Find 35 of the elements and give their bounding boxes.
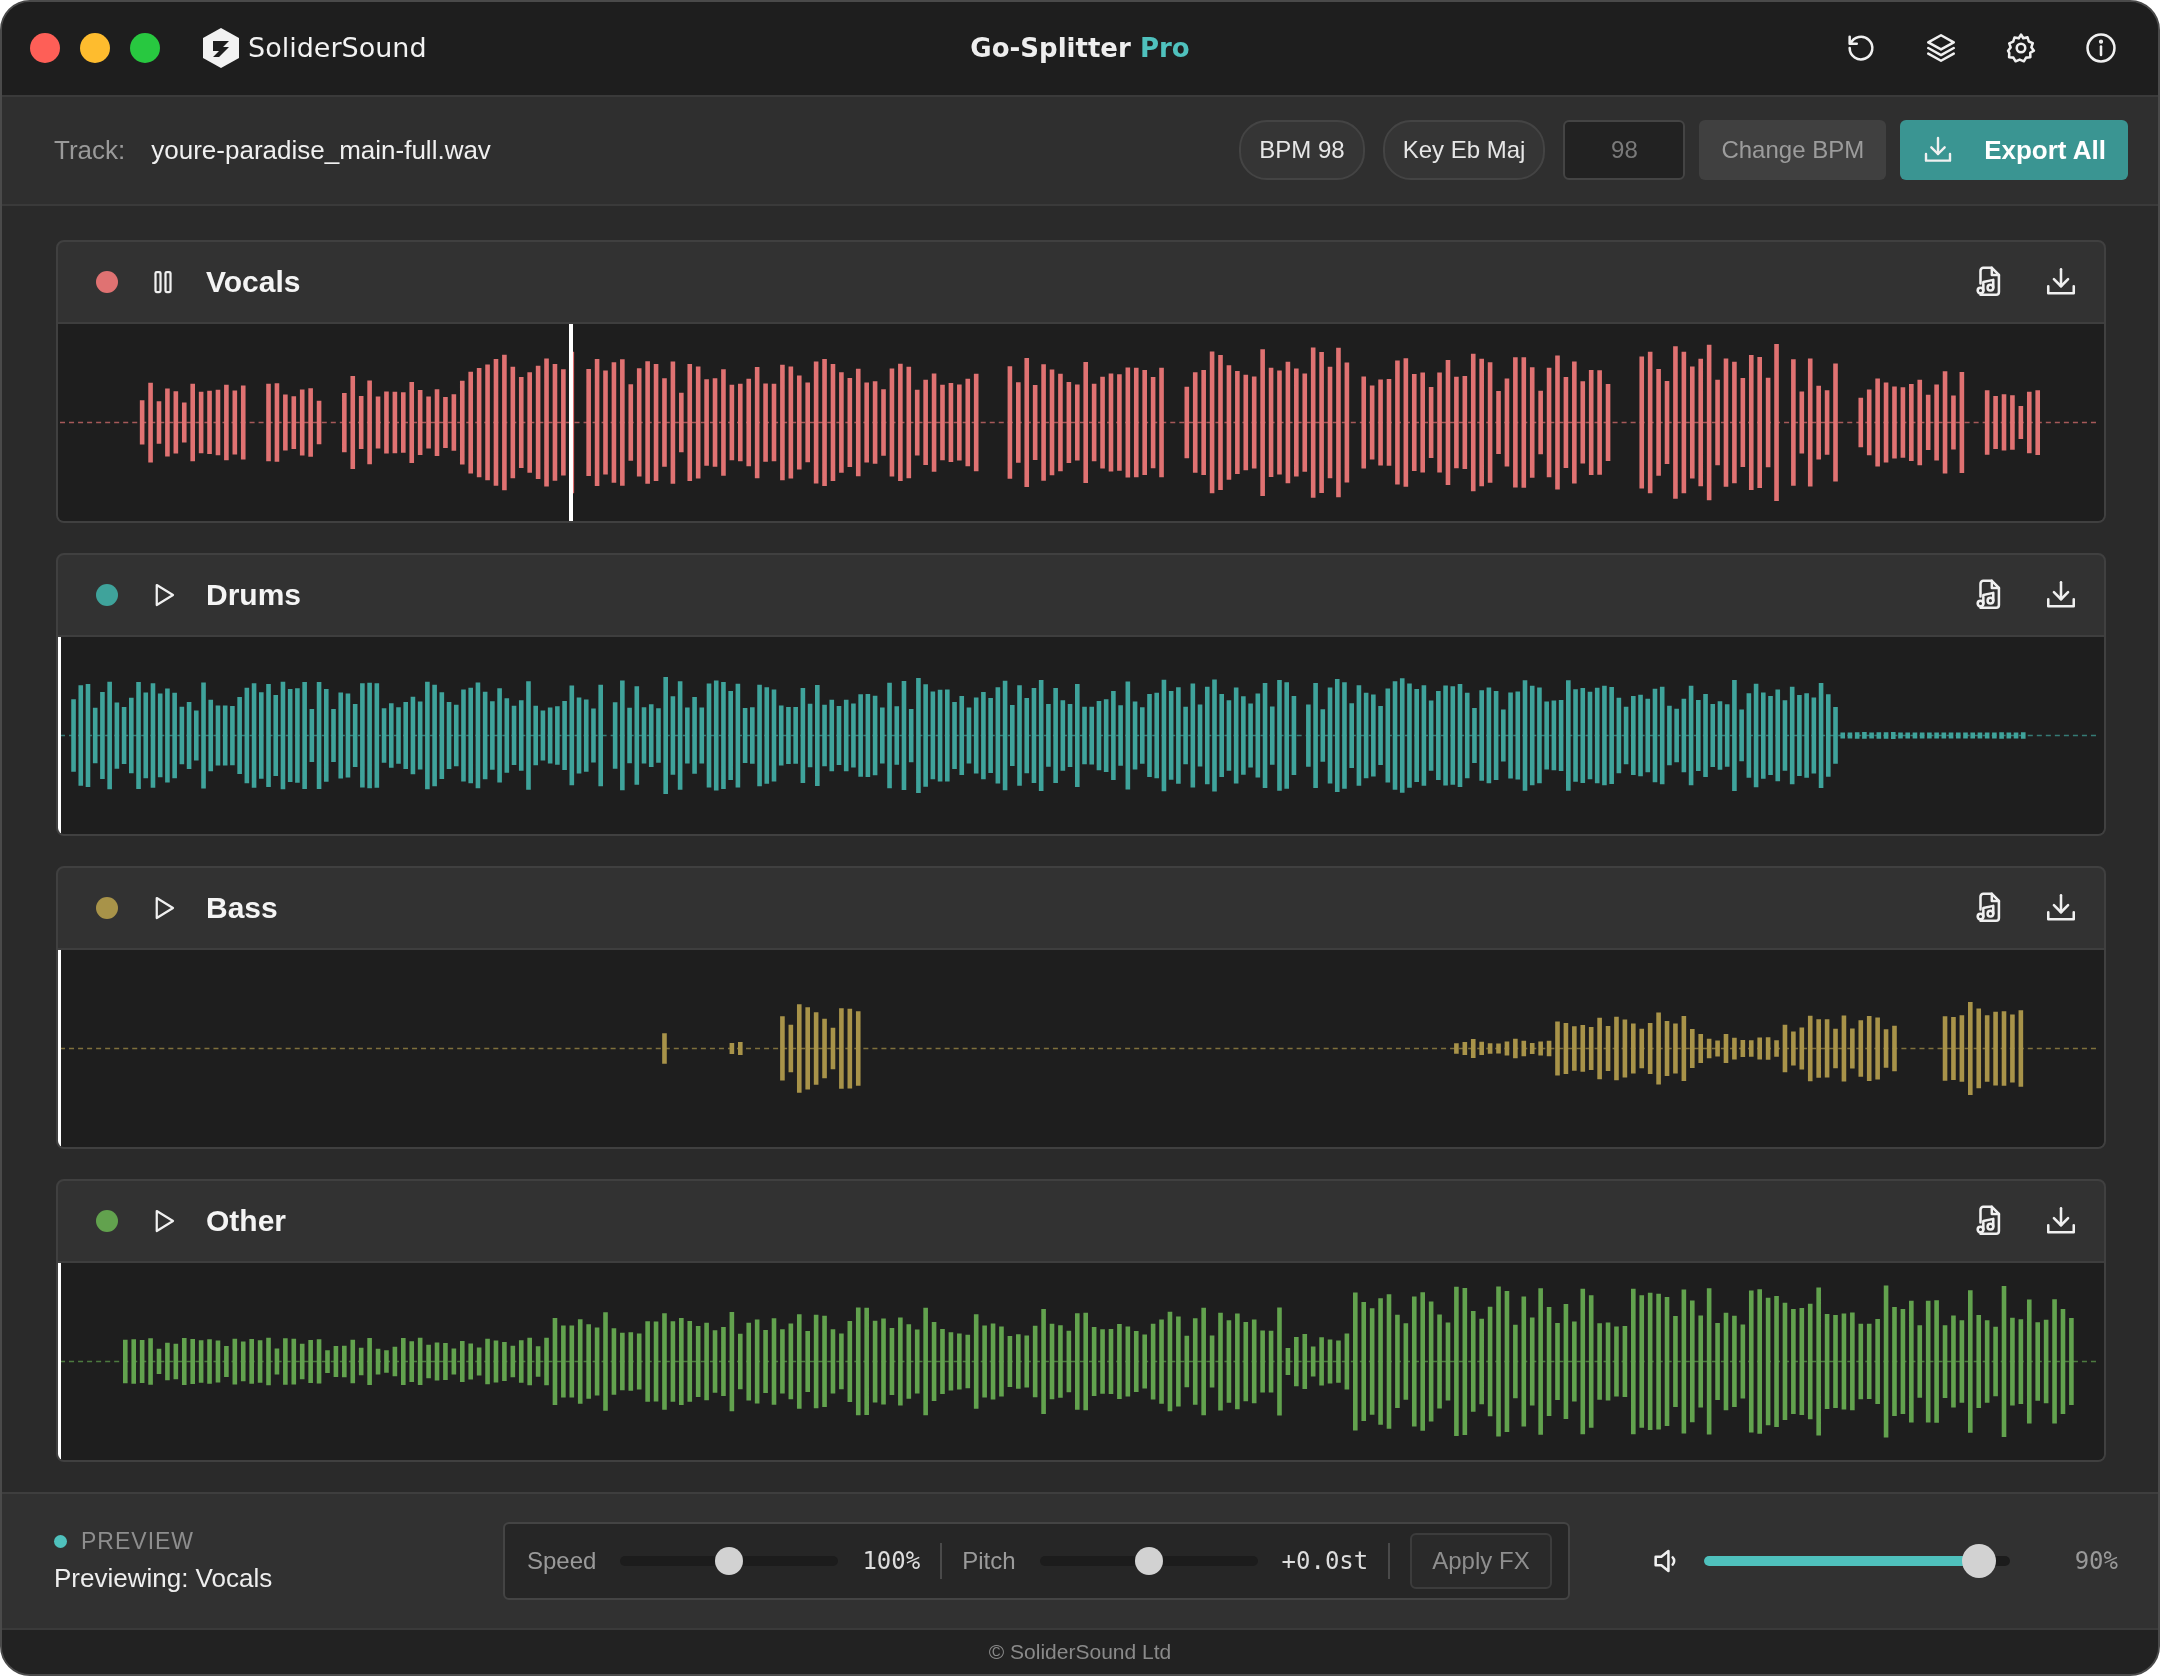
- stem-name: Drums: [206, 577, 302, 614]
- window-close-button[interactable]: [30, 33, 60, 64]
- slider-value: +0.0st: [1281, 1546, 1369, 1578]
- app-title: Go-Splitter: [970, 32, 1131, 63]
- slider-value: 100%: [862, 1546, 921, 1578]
- slider-thumb[interactable]: [1134, 1547, 1163, 1576]
- preview-label: PREVIEW: [81, 1527, 195, 1557]
- info-icon[interactable]: [2084, 31, 2118, 66]
- window-maximize-button[interactable]: [130, 33, 160, 64]
- playhead[interactable]: [568, 323, 573, 521]
- export-all-button[interactable]: Export All: [1900, 120, 2128, 181]
- stem-name: Other: [206, 1203, 286, 1240]
- stem-name: Bass: [206, 890, 278, 927]
- window-minimize-button[interactable]: [80, 33, 110, 64]
- bpm-input[interactable]: 98: [1563, 120, 1686, 181]
- brand-name: SoliderSound: [248, 31, 427, 65]
- copyright-text: © SoliderSound Ltd: [2, 1628, 2158, 1674]
- track-filename: youre-paradise_main-full.wav: [151, 133, 491, 167]
- settings-icon[interactable]: [2004, 31, 2038, 66]
- volume-thumb[interactable]: [1962, 1544, 1997, 1579]
- edition-label: Pro: [1139, 32, 1190, 63]
- logo-icon: [202, 27, 240, 70]
- preview-status: Previewing: Vocals: [54, 1561, 274, 1595]
- status-dot: [54, 1535, 67, 1549]
- slider-label: Pitch: [962, 1546, 1016, 1577]
- track-label: Track:: [54, 133, 126, 167]
- slider-label: Speed: [527, 1546, 597, 1577]
- change-bpm-button[interactable]: Change BPM: [1699, 120, 1887, 181]
- volume-track[interactable]: [1704, 1543, 2010, 1580]
- stem-name: Vocals: [206, 264, 301, 301]
- volume-value: 90%: [2074, 1546, 2118, 1578]
- tag: BPM 98: [1239, 120, 1365, 181]
- apply-fx-button[interactable]: Apply FX: [1410, 1533, 1552, 1590]
- tag: Key Eb Maj: [1382, 120, 1546, 181]
- slider-thumb[interactable]: [715, 1547, 744, 1576]
